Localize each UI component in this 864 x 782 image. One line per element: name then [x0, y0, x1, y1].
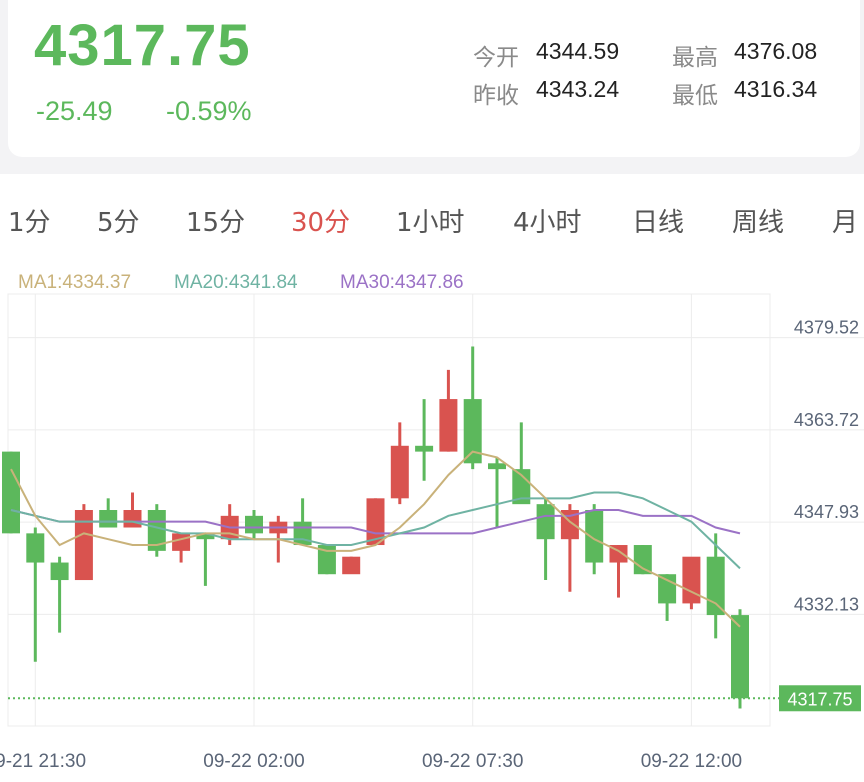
- y-tick-label: 4363.72: [794, 410, 859, 430]
- candle-body: [488, 463, 506, 470]
- candle-body: [439, 399, 458, 452]
- low-value: 4316.34: [734, 76, 818, 102]
- plot-frame: [7, 293, 771, 727]
- open-value: 4344.59: [536, 38, 620, 64]
- x-tick-label: 09-22 12:00: [641, 751, 742, 772]
- prev-close-label: 昨收: [473, 83, 519, 109]
- candle-body: [26, 533, 45, 563]
- candle-body: [585, 510, 604, 563]
- candle-body: [536, 504, 555, 540]
- high-label: 最高: [672, 45, 718, 71]
- candle-body: [99, 510, 118, 528]
- candle-body: [706, 556, 725, 616]
- tab-daily[interactable]: 日线: [632, 202, 684, 239]
- tab-1min[interactable]: 1分: [8, 202, 51, 239]
- x-tick-label: 09-22 02:00: [203, 751, 304, 772]
- change-percent: -0.59%: [166, 96, 252, 126]
- change-absolute: -25.49: [36, 96, 113, 126]
- candle-body: [633, 545, 652, 575]
- tab-monthly[interactable]: 月: [832, 202, 858, 239]
- tab-15min[interactable]: 15分: [186, 202, 245, 239]
- tab-4hour[interactable]: 4小时: [513, 202, 582, 239]
- tab-30min[interactable]: 30分: [291, 202, 350, 239]
- candle-body: [172, 533, 191, 551]
- kline-chart[interactable]: MA1:4334.37 MA20:4341.84 MA30:4347.86 43…: [0, 264, 864, 782]
- y-tick-label: 4332.13: [794, 594, 859, 614]
- x-tick-label: 09-22 07:30: [422, 751, 523, 772]
- candle-body: [2, 451, 20, 534]
- quote-card: 4317.75 -25.49 -0.59% 今开 4344.59 最高 4376…: [8, 0, 860, 157]
- open-label: 今开: [473, 45, 519, 71]
- last-price: 4317.75: [34, 13, 251, 78]
- candle-body: [390, 445, 409, 499]
- tab-1hour[interactable]: 1小时: [396, 202, 465, 239]
- candle-body: [658, 574, 677, 604]
- candle-body: [74, 510, 93, 581]
- high-value: 4376.08: [734, 38, 818, 64]
- candle-body: [50, 562, 69, 581]
- candle-body: [245, 515, 263, 534]
- interval-tabs: 1分 5分 15分 30分 1小时 4小时 日线 周线 月: [0, 174, 864, 264]
- tab-weekly[interactable]: 周线: [732, 202, 784, 239]
- candlestick-plot: 4379.52 4363.72 4347.93 4332.13 09-21 21:30 0…: [0, 293, 864, 772]
- candle-body: [342, 556, 361, 575]
- candle-body: [123, 510, 142, 528]
- tab-5min[interactable]: 5分: [97, 202, 140, 239]
- y-tick-label: 4347.93: [794, 502, 859, 522]
- candle-body: [682, 556, 701, 604]
- x-tick-label: 09-21 21:30: [0, 751, 86, 772]
- prev-close-value: 4343.24: [536, 76, 620, 102]
- candle-body: [415, 445, 434, 452]
- last-price-badge-label: 4317.75: [787, 689, 852, 709]
- candle-body: [731, 615, 749, 699]
- y-tick-label: 4379.52: [794, 318, 859, 338]
- low-label: 最低: [672, 83, 718, 109]
